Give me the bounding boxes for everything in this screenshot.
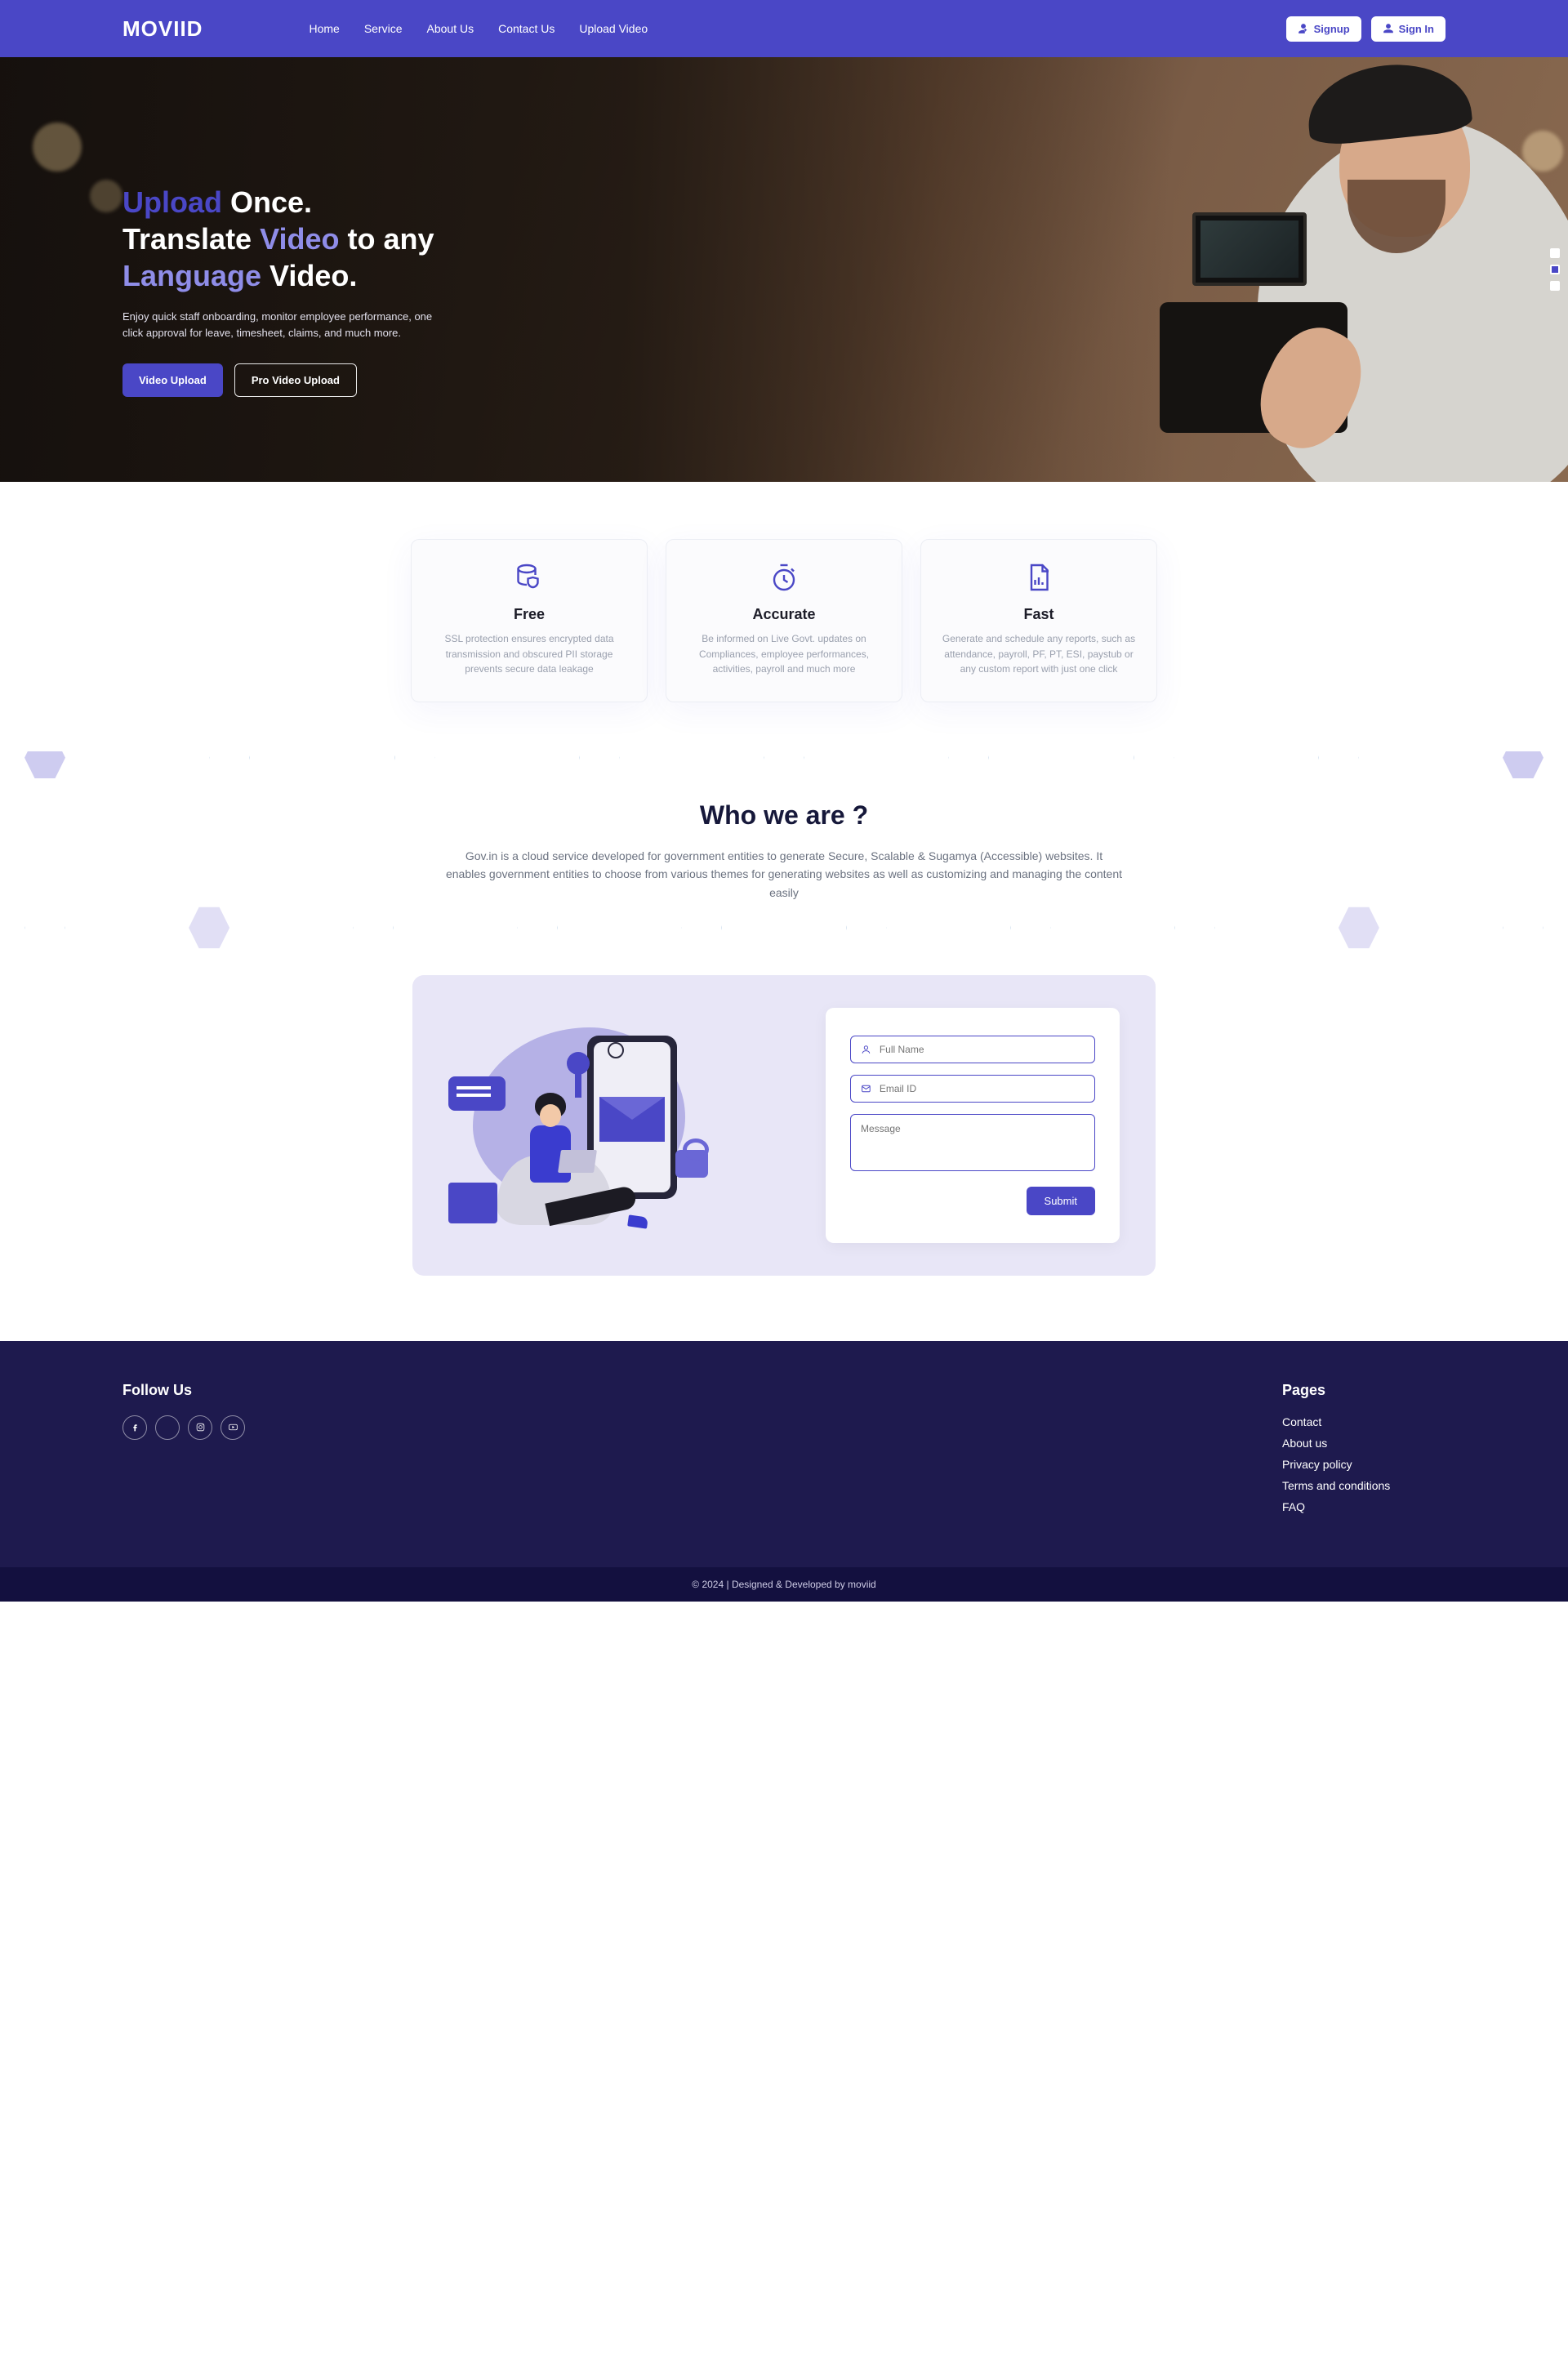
submit-button[interactable]: Submit: [1027, 1187, 1095, 1215]
youtube-link[interactable]: [220, 1415, 245, 1440]
pro-video-upload-button[interactable]: Pro Video Upload: [234, 363, 357, 397]
header-actions: Signup Sign In: [1286, 16, 1446, 42]
nav-home[interactable]: Home: [309, 22, 339, 35]
pages-title: Pages: [1282, 1382, 1446, 1399]
social-links: [122, 1415, 245, 1440]
email-field-wrap: [850, 1075, 1095, 1103]
nav-upload-video[interactable]: Upload Video: [579, 22, 648, 35]
footer-link-contact[interactable]: Contact: [1282, 1415, 1321, 1428]
facebook-link[interactable]: [122, 1415, 147, 1440]
contact-form: Submit: [826, 1008, 1120, 1243]
footer-page-links: Contact About us Privacy policy Terms an…: [1282, 1415, 1446, 1513]
feature-card-fast: Fast Generate and schedule any reports, …: [920, 539, 1157, 702]
logo[interactable]: MOVIID: [122, 16, 203, 42]
main-nav: Home Service About Us Contact Us Upload …: [309, 22, 648, 35]
pager-dot-1[interactable]: [1550, 248, 1560, 258]
hero-slide-pager: [1550, 248, 1560, 291]
instagram-link[interactable]: [188, 1415, 212, 1440]
nav-service[interactable]: Service: [364, 22, 403, 35]
youtube-icon: [228, 1422, 238, 1432]
who-title: Who we are ?: [0, 800, 1568, 831]
contact-illustration: [448, 1019, 793, 1232]
user-plus-icon: [1298, 23, 1309, 34]
feature-card-free: Free SSL protection ensures encrypted da…: [411, 539, 648, 702]
hero: Upload Once. Translate Video to any Lang…: [0, 57, 1568, 482]
contact-section: Submit: [412, 975, 1156, 1276]
who-body: Gov.in is a cloud service developed for …: [445, 847, 1123, 902]
email-icon: [861, 1083, 871, 1094]
feature-card-accurate: Accurate Be informed on Live Govt. updat…: [666, 539, 902, 702]
footer-link-about[interactable]: About us: [1282, 1437, 1327, 1450]
features-section: Free SSL protection ensures encrypted da…: [0, 482, 1568, 751]
user-icon: [861, 1044, 871, 1055]
feature-title: Fast: [939, 606, 1138, 623]
feature-desc: Generate and schedule any reports, such …: [939, 631, 1138, 677]
hero-subtitle: Enjoy quick staff onboarding, monitor em…: [122, 309, 433, 341]
hero-content: Upload Once. Translate Video to any Lang…: [122, 184, 466, 397]
bokeh-light: [90, 180, 122, 212]
feature-desc: Be informed on Live Govt. updates on Com…: [684, 631, 884, 677]
bokeh-light: [33, 123, 82, 172]
footer-link-faq[interactable]: FAQ: [1282, 1500, 1305, 1513]
feature-title: Accurate: [684, 606, 884, 623]
footer-link-privacy[interactable]: Privacy policy: [1282, 1458, 1352, 1471]
stopwatch-icon: [769, 563, 799, 592]
feature-title: Free: [430, 606, 629, 623]
x-twitter-link[interactable]: [155, 1415, 180, 1440]
footer-link-terms[interactable]: Terms and conditions: [1282, 1479, 1390, 1492]
report-file-icon: [1024, 563, 1054, 592]
hero-title: Upload Once. Translate Video to any Lang…: [122, 184, 466, 294]
who-we-are-section: Who we are ? Gov.in is a cloud service d…: [0, 751, 1568, 975]
signup-button[interactable]: Signup: [1286, 16, 1361, 42]
nav-about-us[interactable]: About Us: [427, 22, 474, 35]
footer-col-follow: Follow Us: [122, 1382, 245, 1522]
facebook-icon: [130, 1422, 140, 1432]
instagram-icon: [195, 1422, 206, 1432]
footer: Follow Us Pages Contact About us Privacy…: [0, 1341, 1568, 1602]
signin-icon: [1383, 23, 1394, 34]
footer-col-pages: Pages Contact About us Privacy policy Te…: [1282, 1382, 1446, 1522]
x-twitter-icon: [163, 1422, 173, 1432]
database-shield-icon: [514, 563, 544, 592]
full-name-field-wrap: [850, 1036, 1095, 1063]
video-upload-button[interactable]: Video Upload: [122, 363, 223, 397]
nav-contact-us[interactable]: Contact Us: [498, 22, 555, 35]
follow-us-title: Follow Us: [122, 1382, 245, 1399]
hero-buttons: Video Upload Pro Video Upload: [122, 363, 466, 397]
feature-desc: SSL protection ensures encrypted data tr…: [430, 631, 629, 677]
email-input[interactable]: [880, 1083, 1085, 1094]
header: MOVIID Home Service About Us Contact Us …: [0, 0, 1568, 57]
hex-decor-bottom: [0, 905, 1568, 951]
message-textarea[interactable]: [850, 1114, 1095, 1171]
hero-image-cameraman: [706, 57, 1568, 482]
signin-label: Sign In: [1399, 23, 1434, 35]
hex-decor-top: [0, 751, 1568, 781]
signin-button[interactable]: Sign In: [1371, 16, 1446, 42]
signup-label: Signup: [1314, 23, 1350, 35]
full-name-input[interactable]: [880, 1044, 1085, 1055]
footer-copyright: © 2024 | Designed & Developed by moviid: [0, 1567, 1568, 1602]
pager-dot-2[interactable]: [1550, 265, 1560, 274]
pager-dot-3[interactable]: [1550, 281, 1560, 291]
